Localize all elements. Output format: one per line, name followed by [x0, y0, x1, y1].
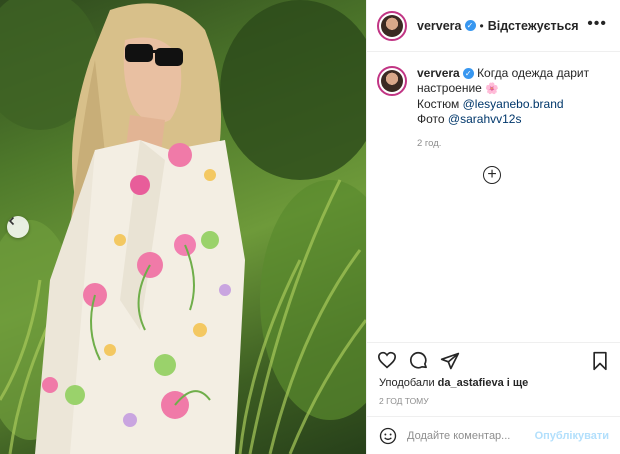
likes-user-link[interactable]: da_astafieva	[438, 377, 504, 389]
comment-icon[interactable]	[409, 351, 429, 376]
chevron-left-icon	[8, 216, 15, 226]
post-header: ververa ✓ • Відстежується •••	[367, 0, 620, 52]
flower-emoji-icon: 🌸	[485, 83, 499, 95]
send-icon[interactable]	[440, 351, 460, 376]
caption-text: ververa ✓ Когда одежда дарит настроение 🌸…	[417, 66, 617, 127]
likes-summary: Уподобали da_astafieva і ще	[379, 377, 528, 389]
photo-illustration	[0, 0, 366, 454]
likes-prefix: Уподобали	[379, 377, 435, 389]
caption: ververa ✓ Когда одежда дарит настроение 🌸…	[377, 66, 617, 127]
mention-link-photographer[interactable]: @sarahvv12s	[448, 112, 522, 126]
caption-photo-label: Фото	[417, 112, 445, 126]
follow-separator: •	[479, 18, 484, 33]
post-photo[interactable]	[0, 0, 366, 454]
emoji-icon[interactable]	[379, 427, 397, 445]
comment-bar: Опублікувати	[367, 416, 620, 454]
caption-username[interactable]: ververa	[417, 66, 460, 80]
verified-badge-icon: ✓	[464, 20, 476, 31]
post-timestamp[interactable]: 2 год тому	[379, 396, 429, 406]
mention-link-brand[interactable]: @lesyanebo.brand	[463, 97, 564, 111]
previous-image-button[interactable]	[7, 216, 29, 238]
heart-icon[interactable]	[377, 351, 397, 374]
verified-badge-icon: ✓	[462, 68, 474, 80]
following-button[interactable]: Відстежується	[488, 19, 579, 33]
comment-input[interactable]	[407, 429, 537, 442]
caption-time: 2 год.	[417, 138, 442, 149]
more-options-icon[interactable]: •••	[587, 16, 607, 32]
avatar[interactable]	[377, 10, 407, 41]
header-username[interactable]: ververa	[417, 19, 462, 33]
plus-circle-icon[interactable]: +	[483, 166, 501, 184]
action-bar	[367, 342, 620, 376]
caption-avatar[interactable]	[377, 66, 407, 96]
caption-costume-label: Костюм	[417, 97, 460, 111]
post-details-panel: ververa ✓ • Відстежується ••• ververa ✓ К…	[366, 0, 620, 454]
bookmark-icon[interactable]	[591, 351, 609, 376]
likes-more-link[interactable]: і ще	[507, 377, 529, 389]
publish-button[interactable]: Опублікувати	[535, 430, 609, 442]
